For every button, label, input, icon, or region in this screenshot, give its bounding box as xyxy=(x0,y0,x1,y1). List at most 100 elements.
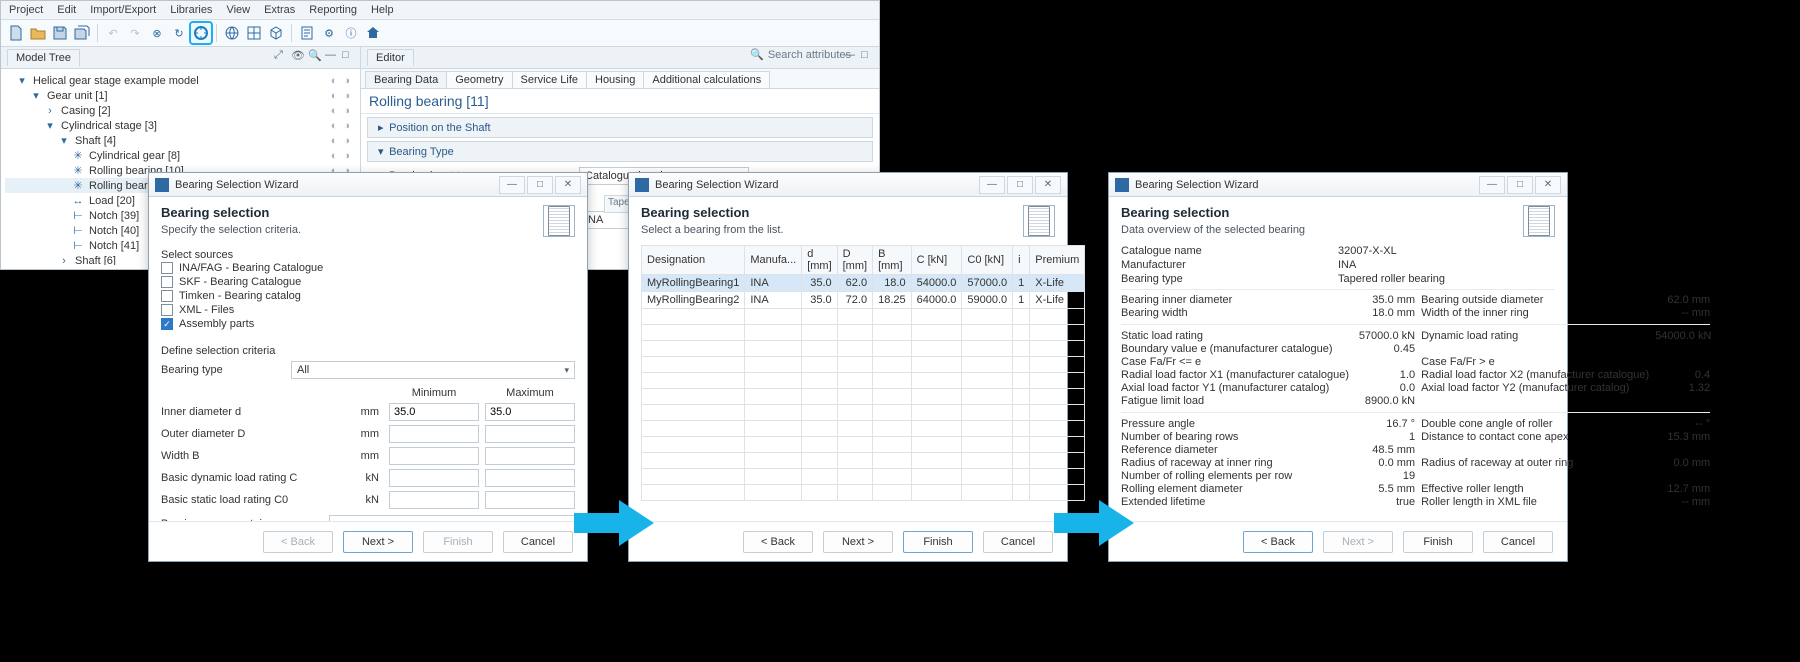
table-header[interactable]: C [kN] xyxy=(911,246,962,275)
tab-servicelife[interactable]: Service Life xyxy=(512,71,587,88)
table-header[interactable]: B [mm] xyxy=(873,246,912,275)
tree-expand-icon[interactable]: ▾ xyxy=(43,119,57,132)
min-input[interactable] xyxy=(389,447,479,465)
menu-help[interactable]: Help xyxy=(371,4,394,16)
next-button[interactable]: Next > xyxy=(1323,531,1393,553)
editor-tab[interactable]: Editor xyxy=(367,49,414,66)
cancel-button[interactable]: Cancel xyxy=(983,531,1053,553)
table-header[interactable]: i xyxy=(1013,246,1030,275)
search-icon[interactable]: 🔍 xyxy=(308,49,322,63)
maximize-icon[interactable]: □ xyxy=(861,49,875,63)
max-input[interactable] xyxy=(485,403,575,421)
finish-button[interactable]: Finish xyxy=(423,531,493,553)
tree-expand-icon[interactable]: ▾ xyxy=(29,89,43,102)
tree-expand-icon[interactable]: ✳ xyxy=(71,179,85,192)
tree-expand-icon[interactable]: › xyxy=(43,105,57,117)
model-tree-tab[interactable]: Model Tree xyxy=(7,49,80,66)
source-checkbox[interactable] xyxy=(161,318,173,330)
collapse-icon[interactable]: ⤢ xyxy=(274,49,288,63)
save-icon[interactable] xyxy=(50,23,70,43)
table-header[interactable]: D [mm] xyxy=(837,246,872,275)
calculate-icon[interactable] xyxy=(191,23,211,43)
section-position[interactable]: ▸ Position on the Shaft xyxy=(367,117,873,138)
source-checkbox[interactable] xyxy=(161,276,173,288)
table-row[interactable]: MyRollingBearing1INA35.062.018.054000.05… xyxy=(642,275,1085,292)
max-input[interactable] xyxy=(485,425,575,443)
bearing-table[interactable]: DesignationManufa...d [mm]D [mm]B [mm]C … xyxy=(641,245,1085,501)
tree-node[interactable]: ▾Shaft [4]◐◑ xyxy=(5,133,356,148)
table-row[interactable]: MyRollingBearing2INA35.072.018.2564000.0… xyxy=(642,292,1085,309)
max-input[interactable] xyxy=(485,469,575,487)
section-bearing-type[interactable]: ▾ Bearing Type xyxy=(367,141,873,162)
table-header[interactable]: C0 [kN] xyxy=(962,246,1013,275)
min-input[interactable] xyxy=(389,403,479,421)
cancel-button[interactable]: Cancel xyxy=(1483,531,1553,553)
menu-importexport[interactable]: Import/Export xyxy=(90,4,156,16)
tree-expand-icon[interactable]: ✳ xyxy=(71,164,85,177)
table-header[interactable]: d [mm] xyxy=(802,246,837,275)
tree-expand-icon[interactable]: › xyxy=(57,255,71,266)
3d-icon[interactable] xyxy=(266,23,286,43)
tree-expand-icon[interactable]: ⊢ xyxy=(71,224,85,237)
redo-icon[interactable]: ↷ xyxy=(125,23,145,43)
tab-bearingdata[interactable]: Bearing Data xyxy=(365,71,447,88)
tree-node[interactable]: ▾Cylindrical stage [3]◐◑ xyxy=(5,118,356,133)
back-button[interactable]: < Back xyxy=(263,531,333,553)
next-button[interactable]: Next > xyxy=(343,531,413,553)
settings-icon[interactable]: ⚙ xyxy=(319,23,339,43)
grid-icon[interactable] xyxy=(244,23,264,43)
finish-button[interactable]: Finish xyxy=(903,531,973,553)
table-header[interactable]: Premium xyxy=(1030,246,1085,275)
eye-icon[interactable]: 👁 xyxy=(291,49,305,63)
min-input[interactable] xyxy=(389,425,479,443)
undo-icon[interactable]: ↶ xyxy=(103,23,123,43)
maximize-icon[interactable]: □ xyxy=(342,49,356,63)
table-header[interactable]: Designation xyxy=(642,246,745,275)
maximize-icon[interactable]: □ xyxy=(527,176,553,194)
report-icon[interactable] xyxy=(297,23,317,43)
tree-node[interactable]: ›Casing [2]◐◑ xyxy=(5,103,356,118)
back-button[interactable]: < Back xyxy=(743,531,813,553)
refresh-icon[interactable]: ↻ xyxy=(169,23,189,43)
globe-icon[interactable] xyxy=(222,23,242,43)
tree-node[interactable]: ▾Gear unit [1]◐◑ xyxy=(5,88,356,103)
cancel-button[interactable]: Cancel xyxy=(503,531,573,553)
menu-view[interactable]: View xyxy=(226,4,250,16)
tree-expand-icon[interactable]: ↔ xyxy=(71,195,85,207)
tree-expand-icon[interactable]: ⊢ xyxy=(71,209,85,222)
max-input[interactable] xyxy=(485,447,575,465)
minimize-icon[interactable]: — xyxy=(1479,176,1505,194)
bearing-type-select[interactable]: All▾ xyxy=(291,361,575,379)
tab-housing[interactable]: Housing xyxy=(586,71,644,88)
minimize-icon[interactable]: — xyxy=(499,176,525,194)
menu-edit[interactable]: Edit xyxy=(57,4,76,16)
source-checkbox[interactable] xyxy=(161,262,173,274)
menu-project[interactable]: Project xyxy=(9,4,43,16)
help-icon[interactable]: ⓘ xyxy=(341,23,361,43)
min-input[interactable] xyxy=(389,469,479,487)
tree-expand-icon[interactable]: ✳ xyxy=(71,149,85,162)
tree-expand-icon[interactable]: ⊢ xyxy=(71,239,85,252)
open-icon[interactable] xyxy=(28,23,48,43)
minimize-icon[interactable]: — xyxy=(325,49,339,63)
menu-libraries[interactable]: Libraries xyxy=(170,4,212,16)
max-input[interactable] xyxy=(485,491,575,509)
next-button[interactable]: Next > xyxy=(823,531,893,553)
tree-expand-icon[interactable]: ▾ xyxy=(57,134,71,147)
maximize-icon[interactable]: □ xyxy=(1007,176,1033,194)
tab-geometry[interactable]: Geometry xyxy=(446,71,512,88)
tree-expand-icon[interactable]: ▾ xyxy=(15,74,29,87)
close-icon[interactable]: ✕ xyxy=(555,176,581,194)
tree-node[interactable]: ✳Cylindrical gear [8]◐◑ xyxy=(5,148,356,163)
close-icon[interactable]: ✕ xyxy=(1035,176,1061,194)
minimize-icon[interactable]: — xyxy=(844,49,858,63)
maximize-icon[interactable]: □ xyxy=(1507,176,1533,194)
back-button[interactable]: < Back xyxy=(1243,531,1313,553)
source-checkbox[interactable] xyxy=(161,290,173,302)
table-header[interactable]: Manufa... xyxy=(745,246,802,275)
search-attributes[interactable]: 🔍 Search attributes xyxy=(750,48,851,61)
tree-node[interactable]: ▾Helical gear stage example model◐◑ xyxy=(5,73,356,88)
finish-button[interactable]: Finish xyxy=(1403,531,1473,553)
cancel-icon[interactable]: ⊗ xyxy=(147,23,167,43)
save-all-icon[interactable] xyxy=(72,23,92,43)
